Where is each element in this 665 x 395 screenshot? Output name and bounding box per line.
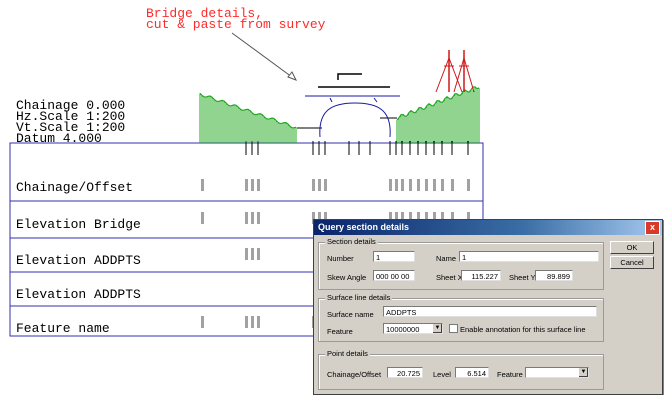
enable-annotation-label: Enable annotation for this surface line [460,325,586,334]
chevron-down-icon[interactable]: ▼ [578,368,588,377]
cell-value-mark [433,179,436,191]
level-label: Level [433,370,451,379]
chainage-offset-input[interactable]: 20.725 [387,367,423,378]
skew-angle-input[interactable]: 000 00 00 [373,270,415,281]
cell-value-mark [467,179,470,191]
cell-value-mark [401,179,404,191]
section-details-label: Section details [325,237,378,246]
cell-value-mark [245,212,248,224]
surface-feature-select[interactable]: 10000000 ▼ [383,323,443,334]
enable-annotation-checkbox[interactable] [449,324,458,333]
cell-value-mark [245,179,248,191]
cell-value-mark [312,179,315,191]
feature-label: Feature [327,327,353,336]
cell-value-mark [409,179,412,191]
leader-arrowhead [287,71,298,81]
bridge-parapet [337,73,362,80]
close-icon[interactable]: x [645,221,660,235]
cell-value-mark [324,179,327,191]
surface-name-label: Surface name [327,310,374,319]
row-label-feature-name: Feature name [16,321,110,336]
cell-value-mark [318,179,321,191]
leader-line [231,32,297,81]
cell-value-mark [251,248,254,260]
cell-value-mark [257,316,260,328]
cell-value-mark [257,179,260,191]
cell-value-mark [417,179,420,191]
cell-value-mark [245,316,248,328]
point-details-group: Point details Chainage/Offset 20.725 Lev… [318,349,604,390]
dialog-title-bar[interactable]: Query section details x [314,220,662,235]
point-feature-select[interactable]: ▼ [525,367,589,378]
bridge-arch [319,102,391,138]
skew-angle-label: Skew Angle [327,273,367,282]
point-details-label: Point details [325,349,370,358]
cell-value-mark [425,179,428,191]
sheet-x-value: 115.227 [461,270,501,281]
bridge-annotation: Bridge details, cut & paste from survey [146,7,326,32]
cell-value-mark [441,179,444,191]
name-label: Name [436,254,457,263]
chainage-offset-label: Chainage/Offset [327,370,382,379]
cell-value-mark [251,316,254,328]
query-section-dialog[interactable]: Query section details x OK Cancel Sectio… [313,219,663,395]
cell-value-mark [257,212,260,224]
dialog-title: Query section details [318,222,410,232]
cell-value-mark [451,179,454,191]
cell-value-mark [201,179,204,191]
surface-name-input[interactable]: ADDPTS [383,306,597,317]
chevron-down-icon[interactable]: ▼ [432,324,442,333]
row-label-elevation-addpts-1: Elevation ADDPTS [16,253,141,268]
cell-value-mark [389,179,392,191]
surface-line-details-label: Surface line details [325,293,393,302]
ok-button[interactable]: OK [610,241,654,254]
cell-value-mark [251,212,254,224]
cell-value-mark [257,248,260,260]
number-input[interactable]: 1 [373,251,415,262]
section-details-group: Section details Number 1 Name 1 Skew Ang… [318,237,604,290]
row-label-chainage-offset: Chainage/Offset [16,180,134,195]
cell-value-mark [201,316,204,328]
name-input[interactable]: 1 [459,251,599,262]
level-input[interactable]: 6.514 [455,367,489,378]
surface-feature-value: 10000000 [386,325,420,334]
sheet-y-label: Sheet Y [509,273,536,282]
cell-value-mark [201,212,204,224]
number-label: Number [327,254,354,263]
row-label-elevation-addpts-2: Elevation ADDPTS [16,287,141,302]
cancel-button[interactable]: Cancel [610,256,654,269]
bridge-marks [329,97,378,103]
datum-text: Datum 4.000 [16,131,102,146]
sheet-y-value: 89.899 [535,270,573,281]
cell-value-mark [251,179,254,191]
cell-value-mark [395,179,398,191]
sheet-x-label: Sheet X [436,273,463,282]
row-label-elevation-bridge: Elevation Bridge [16,217,141,232]
annotation-line-2: cut & paste from survey [146,17,326,32]
point-feature-label: Feature [497,370,523,379]
surface-line-details-group: Surface line details Surface name ADDPTS… [318,293,604,342]
cell-value-mark [245,248,248,260]
